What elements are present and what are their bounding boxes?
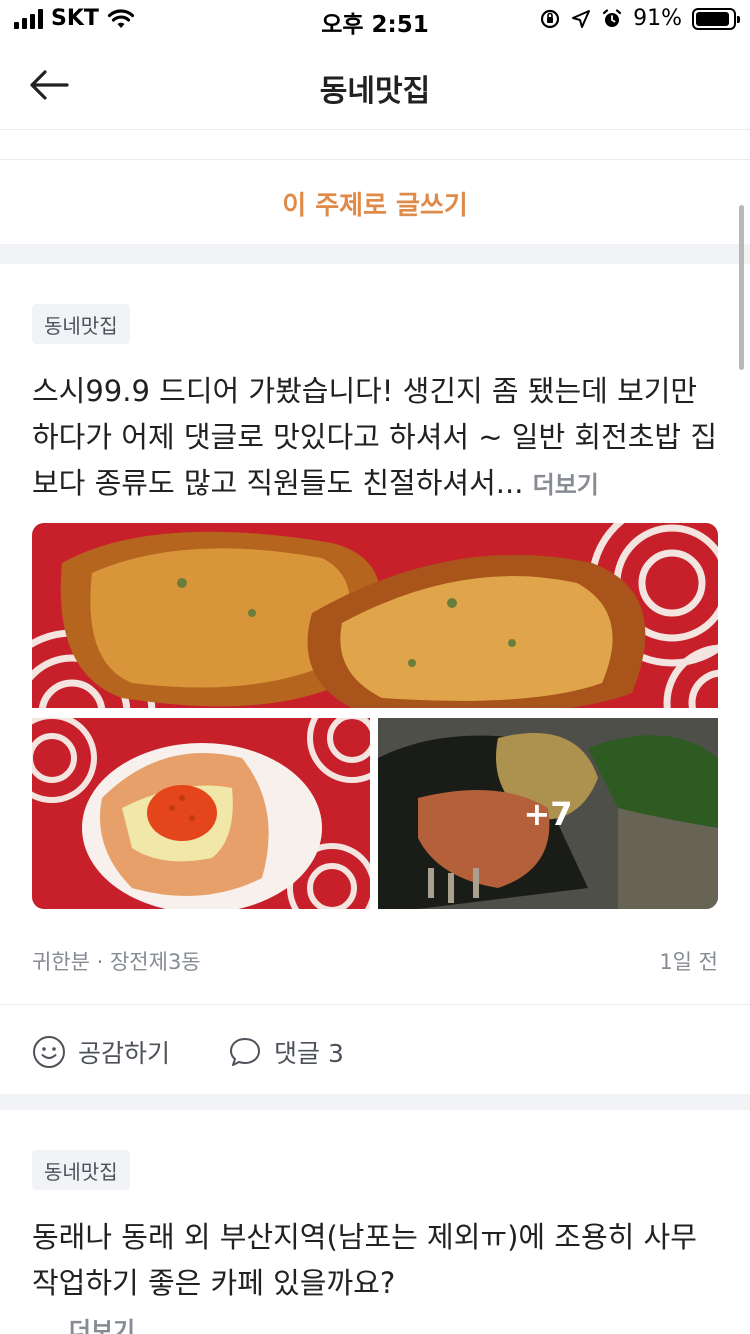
nav-header: 동네맛집 (0, 40, 750, 130)
post-time: 1일 전 (659, 950, 718, 974)
topic-badge[interactable]: 동네맛집 (32, 304, 130, 344)
post-ellipsis: ... (32, 1312, 60, 1334)
battery-icon (692, 7, 740, 30)
status-bar: SKT 오후 2:51 91% (0, 0, 750, 40)
sushi-photo-image (32, 523, 718, 713)
section-gap (0, 1094, 750, 1110)
post-card[interactable]: 동네맛집 스시99.9 드디어 가봤습니다! 생긴지 좀 됐는데 보기만 하다가… (0, 264, 750, 1094)
photo-main[interactable] (32, 523, 718, 713)
more-link[interactable]: 더보기 (533, 471, 599, 499)
author-location: 귀한분 · 장전제3동 (32, 950, 201, 974)
more-link[interactable]: 더보기 (69, 1317, 135, 1334)
post-text: 동래나 동래 외 부산지역(남포는 제외ㅠ)에 조용히 사무 작업하기 좋은 카… (32, 1220, 697, 1300)
battery-percent: 91% (633, 6, 682, 31)
write-post-button[interactable]: 이 주제로 글쓰기 (0, 162, 750, 244)
alarm-icon (602, 8, 622, 27)
photo-grid[interactable]: +7 (32, 523, 718, 909)
location-arrow-icon (572, 9, 591, 28)
section-gap (0, 244, 750, 264)
status-right: 91% (539, 6, 740, 31)
divider (0, 1004, 750, 1005)
like-label: 공감하기 (78, 1039, 171, 1068)
comment-button[interactable]: 댓글 3 (228, 1034, 344, 1070)
divider (0, 159, 750, 160)
post-body[interactable]: 스시99.9 드디어 가봤습니다! 생긴지 좀 됐는데 보기만 하다가 어제 댓… (32, 368, 722, 508)
topic-badge[interactable]: 동네맛집 (32, 1150, 130, 1190)
post-card[interactable]: 동네맛집 동래나 동래 외 부산지역(남포는 제외ㅠ)에 조용히 사무 작업하기… (0, 1110, 750, 1334)
comment-bubble-icon (230, 1038, 260, 1066)
scrollbar[interactable] (739, 205, 744, 370)
comment-label: 댓글 3 (274, 1039, 344, 1068)
orientation-lock-icon (540, 9, 560, 28)
extra-photos-count: +7 (378, 718, 718, 909)
photo-bottom-right[interactable]: +7 (378, 718, 718, 909)
post-text: 스시99.9 드디어 가봤습니다! 생긴지 좀 됐는데 보기만 하다가 어제 댓… (32, 374, 718, 500)
photo-bottom-left[interactable] (32, 718, 374, 909)
smile-icon (33, 1036, 65, 1068)
post-body[interactable]: 동래나 동래 외 부산지역(남포는 제외ㅠ)에 조용히 사무 작업하기 좋은 카… (32, 1214, 722, 1334)
salmon-sushi-image (32, 718, 374, 909)
page-title: 동네맛집 (319, 74, 431, 109)
like-button[interactable]: 공감하기 (32, 1034, 170, 1070)
